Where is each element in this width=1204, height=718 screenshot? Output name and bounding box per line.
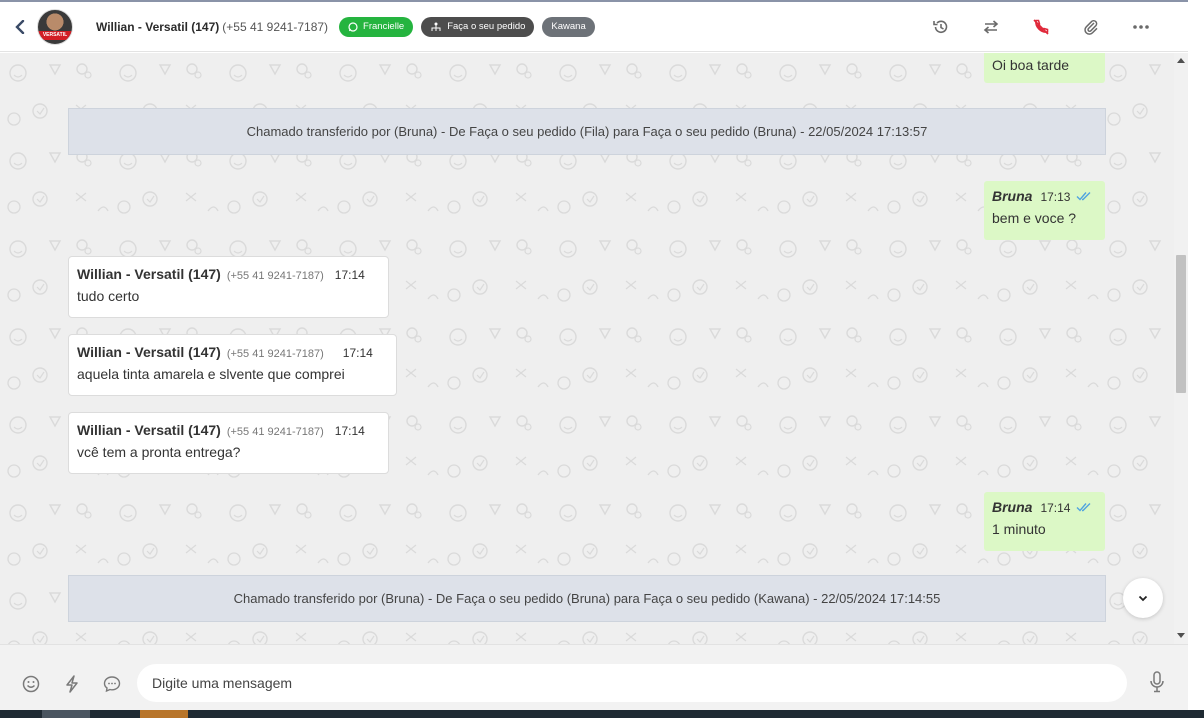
end-call-icon — [1033, 18, 1049, 35]
message-header: Willian - Versatil (147) (+55 41 9241-71… — [77, 266, 380, 282]
system-message-text: Chamado transferido por (Bruna) - De Faç… — [233, 591, 941, 606]
sender-name: Bruna — [992, 499, 1033, 515]
tag-agent-label: Francielle — [363, 21, 405, 32]
tag-assignee-label: Kawana — [551, 21, 586, 32]
message-incoming[interactable]: Willian - Versatil (147) (+55 41 9241-71… — [68, 412, 389, 474]
scroll-to-bottom-button[interactable] — [1123, 578, 1163, 618]
message-incoming[interactable]: Willian - Versatil (147) (+55 41 9241-71… — [68, 334, 397, 396]
emoji-icon — [22, 675, 40, 693]
microphone-icon — [1150, 671, 1164, 693]
tag-agent[interactable]: Francielle — [339, 16, 414, 37]
message-outgoing[interactable]: Bruna 17:13 bem e voce ? — [984, 181, 1105, 240]
taskbar-item[interactable] — [42, 710, 90, 718]
whatsapp-icon — [348, 21, 358, 32]
sender-phone: (+55 41 9241-7187) — [226, 270, 324, 282]
message-text: 1 minuto — [992, 521, 1046, 537]
window-right-edge — [1188, 0, 1204, 718]
header-actions — [916, 12, 1166, 42]
message-outgoing[interactable]: Oi boa tarde — [984, 53, 1105, 83]
read-ticks-icon — [1076, 191, 1092, 201]
more-button[interactable] — [1116, 12, 1166, 42]
transfer-button[interactable] — [966, 12, 1016, 42]
emoji-button[interactable] — [20, 673, 42, 695]
queue-icon — [431, 22, 441, 31]
avatar[interactable]: VERSATIL — [37, 8, 73, 45]
system-transfer-message: Chamado transferido por (Bruna) - De Faç… — [68, 108, 1106, 155]
message-header: Bruna 17:13 — [992, 188, 1097, 204]
history-icon — [933, 20, 948, 33]
message-input[interactable] — [137, 664, 1127, 702]
sender-name: Willian - Versatil (147) — [77, 422, 221, 438]
chat-header: VERSATIL Willian - Versatil (147) (+55 4… — [0, 2, 1188, 52]
scroll-up-arrow-icon[interactable] — [1177, 58, 1185, 63]
message-text: bem e voce ? — [992, 210, 1077, 226]
chat-messages-area[interactable]: Oi boa tarde Chamado transferido por (Br… — [0, 53, 1174, 644]
message-incoming[interactable]: Willian - Versatil (147) (+55 41 9241-71… — [68, 256, 389, 318]
sender-phone: (+55 41 9241-7187) — [226, 348, 324, 360]
voice-record-button[interactable] — [1146, 671, 1168, 693]
chat-bubble-icon — [103, 676, 121, 693]
message-header: Willian - Versatil (147) (+55 41 9241-71… — [77, 422, 380, 438]
message-text: Oi boa tarde — [992, 57, 1070, 73]
sender-name: Willian - Versatil (147) — [77, 266, 221, 282]
chat-bubble-button[interactable] — [101, 673, 123, 695]
tag-queue[interactable]: Faça o seu pedido — [421, 16, 535, 37]
message-time: 17:14 — [342, 346, 373, 360]
contact-phone: (+55 41 9241-7187) — [222, 19, 329, 34]
read-ticks-icon — [1076, 502, 1092, 512]
transfer-icon — [983, 19, 999, 34]
sender-name: Willian - Versatil (147) — [77, 344, 221, 360]
more-icon — [1133, 24, 1149, 29]
back-button[interactable] — [9, 16, 31, 38]
message-outgoing[interactable]: Bruna 17:14 1 minuto — [984, 492, 1105, 551]
end-call-button[interactable] — [1016, 12, 1066, 42]
message-text: vcê tem a pronta entrega? — [77, 444, 241, 460]
sender-phone: (+55 41 9241-7187) — [226, 426, 324, 438]
taskbar-item[interactable] — [140, 710, 188, 718]
history-button[interactable] — [916, 12, 966, 42]
system-message-text: Chamado transferido por (Bruna) - De Faç… — [246, 124, 928, 139]
message-header: Willian - Versatil (147) (+55 41 9241-71… — [77, 344, 388, 360]
attach-icon — [1084, 19, 1098, 35]
message-text: aquela tinta amarela e slvente que compr… — [77, 366, 345, 382]
contact-name[interactable]: Willian - Versatil (147) — [96, 20, 219, 34]
message-composer — [0, 644, 1188, 710]
avatar-brand: VERSATIL — [38, 30, 72, 40]
system-transfer-message: Chamado transferido por (Bruna) - De Faç… — [68, 575, 1106, 622]
os-taskbar — [0, 710, 1204, 718]
message-time: 17:14 — [1040, 501, 1071, 515]
scroll-down-arrow-icon[interactable] — [1177, 633, 1185, 638]
message-time: 17:14 — [334, 424, 365, 438]
tag-queue-label: Faça o seu pedido — [447, 21, 526, 32]
message-header: Bruna 17:14 — [992, 499, 1097, 515]
quick-reply-button[interactable] — [61, 673, 83, 695]
message-time: 17:14 — [334, 268, 365, 282]
chevron-left-icon — [15, 19, 25, 34]
quick-reply-icon — [66, 675, 78, 693]
sender-name: Bruna — [992, 188, 1033, 204]
scrollbar-thumb[interactable] — [1176, 255, 1186, 393]
chat-scrollbar[interactable] — [1174, 53, 1188, 644]
message-text: tudo certo — [77, 288, 140, 304]
chevron-down-icon — [1138, 595, 1148, 601]
tag-assignee[interactable]: Kawana — [542, 16, 595, 37]
attach-button[interactable] — [1066, 12, 1116, 42]
message-time: 17:13 — [1040, 190, 1071, 204]
